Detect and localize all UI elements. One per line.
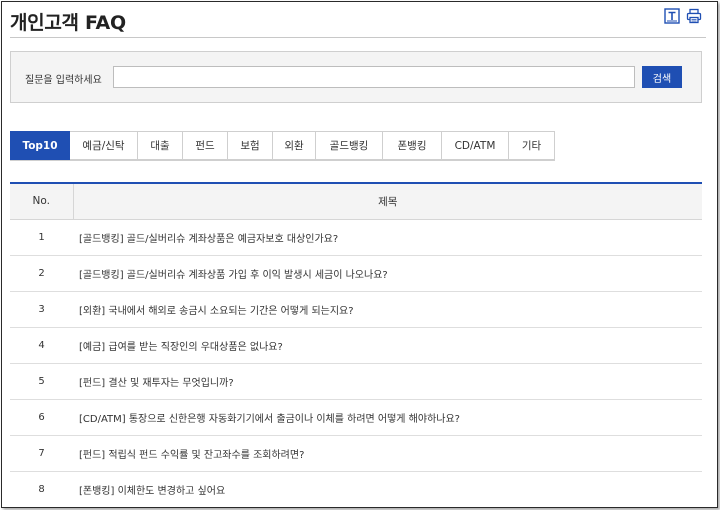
row-number: 1 <box>10 219 73 256</box>
column-header-no: No. <box>10 183 74 220</box>
table-row: 5 [펀드] 결산 및 재투자는 무엇입니까? <box>10 363 702 400</box>
faq-table: No. 제목 1 [골드뱅킹] 골드/실버리슈 계좌상품은 예금자보호 대상인가… <box>10 182 702 507</box>
search-button[interactable]: 검색 <box>642 66 682 88</box>
faq-question-link[interactable]: [골드뱅킹] 골드/실버리슈 계좌상품은 예금자보호 대상인가요? <box>73 219 702 256</box>
tab-etc[interactable]: 기타 <box>509 131 555 160</box>
faq-question-link[interactable]: [CD/ATM] 통장으로 신한은행 자동화기기에서 출금이나 이체를 하려면 … <box>73 399 702 436</box>
search-input[interactable] <box>113 66 635 88</box>
page-header: 개인고객 FAQ <box>10 6 706 38</box>
row-number: 7 <box>10 435 73 472</box>
tab-foreign-exchange[interactable]: 외환 <box>273 131 316 160</box>
faq-question-link[interactable]: [골드뱅킹] 골드/실버리슈 계좌상품 가입 후 이익 발생시 세금이 나오나요… <box>73 255 702 292</box>
row-number: 4 <box>10 327 73 364</box>
search-panel: 질문을 입력하세요 검색 <box>10 51 702 103</box>
category-tabs: Top10 예금/신탁 대출 펀드 보험 외환 골드뱅킹 폰뱅킹 CD/ATM … <box>10 131 555 161</box>
table-row: 4 [예금] 급여를 받는 직장인의 우대상품은 없나요? <box>10 327 702 364</box>
tab-fund[interactable]: 펀드 <box>183 131 228 160</box>
row-number: 8 <box>10 471 73 507</box>
tab-deposit-trust[interactable]: 예금/신탁 <box>70 131 138 160</box>
tab-insurance[interactable]: 보험 <box>228 131 273 160</box>
column-header-subject: 제목 <box>73 183 702 220</box>
table-row: 7 [펀드] 적립식 펀드 수익률 및 잔고좌수를 조회하려면? <box>10 435 702 472</box>
table-header-row: No. 제목 <box>10 183 702 220</box>
tab-top10[interactable]: Top10 <box>10 131 70 160</box>
table-row: 6 [CD/ATM] 통장으로 신한은행 자동화기기에서 출금이나 이체를 하려… <box>10 399 702 436</box>
table-row: 8 [폰뱅킹] 이체한도 변경하고 싶어요 <box>10 471 702 507</box>
table-row: 3 [외환] 국내에서 해외로 송금시 소요되는 기간은 어떻게 되는지요? <box>10 291 702 328</box>
row-number: 5 <box>10 363 73 400</box>
faq-question-link[interactable]: [폰뱅킹] 이체한도 변경하고 싶어요 <box>73 471 702 507</box>
tab-phone-banking[interactable]: 폰뱅킹 <box>383 131 442 160</box>
text-size-icon[interactable] <box>664 8 680 24</box>
row-number: 6 <box>10 399 73 436</box>
faq-question-link[interactable]: [펀드] 결산 및 재투자는 무엇입니까? <box>73 363 702 400</box>
tab-gold-banking[interactable]: 골드뱅킹 <box>316 131 383 160</box>
tab-cd-atm[interactable]: CD/ATM <box>442 131 509 160</box>
page-title: 개인고객 FAQ <box>10 12 126 34</box>
table-row: 2 [골드뱅킹] 골드/실버리슈 계좌상품 가입 후 이익 발생시 세금이 나오… <box>10 255 702 292</box>
faq-question-link[interactable]: [펀드] 적립식 펀드 수익률 및 잔고좌수를 조회하려면? <box>73 435 702 472</box>
page-frame: 개인고객 FAQ 질문을 입력하세요 검색 Top10 예금/신탁 대출 펀드 … <box>1 1 718 508</box>
row-number: 3 <box>10 291 73 328</box>
tab-loan[interactable]: 대출 <box>138 131 183 160</box>
table-row: 1 [골드뱅킹] 골드/실버리슈 계좌상품은 예금자보호 대상인가요? <box>10 219 702 256</box>
faq-question-link[interactable]: [예금] 급여를 받는 직장인의 우대상품은 없나요? <box>73 327 702 364</box>
print-icon[interactable] <box>686 8 702 24</box>
search-label: 질문을 입력하세요 <box>25 75 102 86</box>
faq-question-link[interactable]: [외환] 국내에서 해외로 송금시 소요되는 기간은 어떻게 되는지요? <box>73 291 702 328</box>
row-number: 2 <box>10 255 73 292</box>
